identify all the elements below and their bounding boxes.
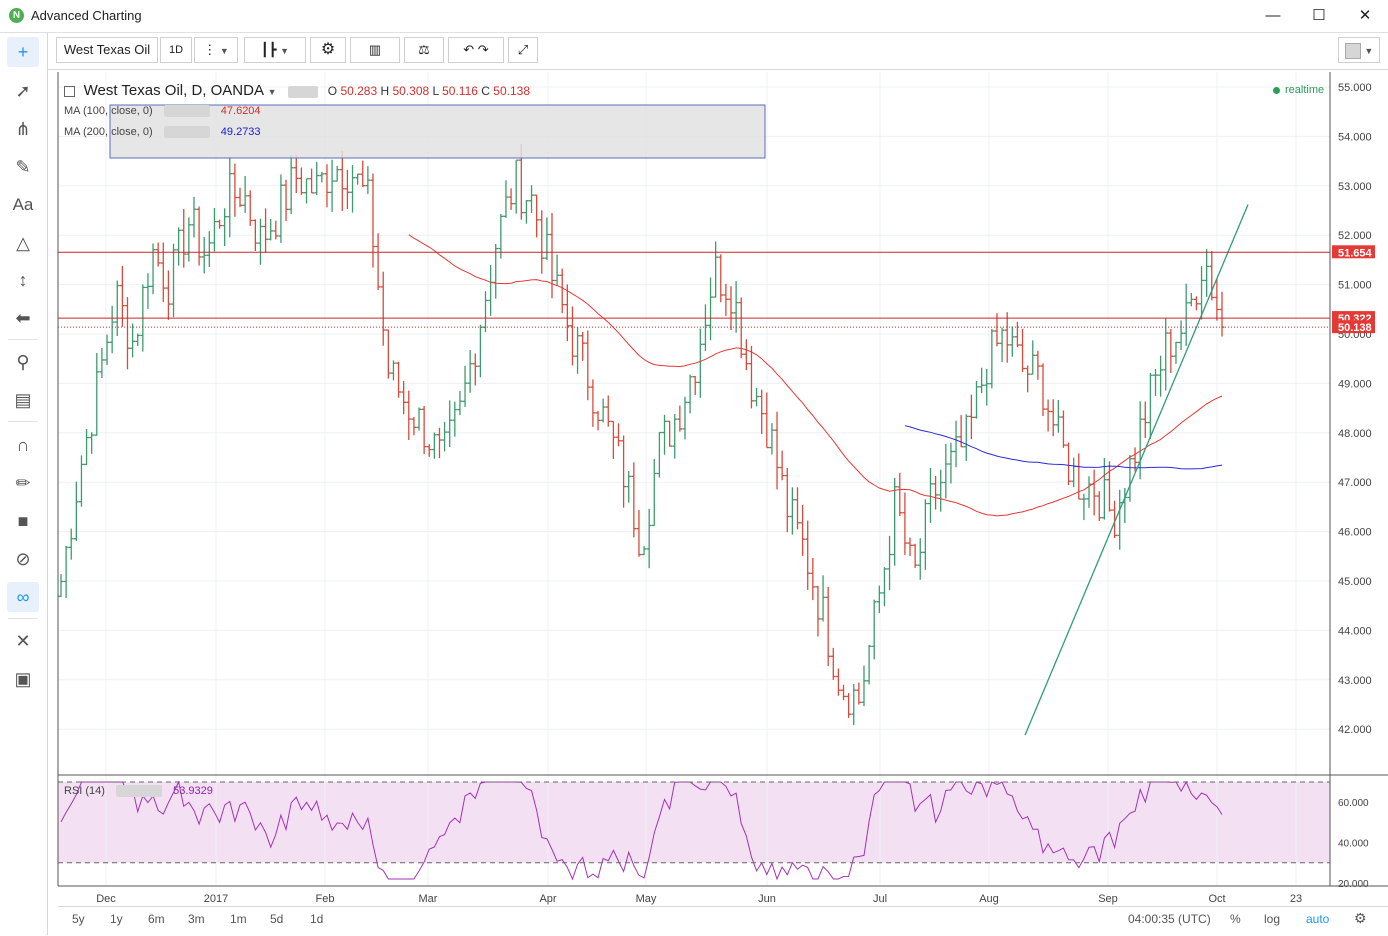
open-label: O (327, 84, 338, 98)
range-6m[interactable]: 6m (148, 912, 165, 926)
close-label: C (481, 84, 490, 98)
rsi-value: 53.9329 (173, 785, 213, 797)
rsi-settings-icon[interactable] (116, 785, 163, 798)
time-tick-label: Oct (1208, 893, 1225, 905)
range-5d[interactable]: 5d (270, 912, 283, 926)
auto-toggle[interactable]: auto (1306, 912, 1329, 926)
price-tick-label: 48.000 (1338, 428, 1372, 440)
time-tick-label: 2017 (204, 893, 228, 905)
rsi-label: RSI (14) (64, 785, 105, 797)
range-5y[interactable]: 5y (72, 912, 85, 926)
range-1y[interactable]: 1y (110, 912, 123, 926)
price-tick-label: 54.000 (1338, 131, 1372, 143)
time-tick-label: Jun (758, 893, 776, 905)
range-1m[interactable]: 1m (230, 912, 247, 926)
time-tick-label: Mar (419, 893, 438, 905)
close-value: 50.138 (493, 84, 530, 98)
price-tick-label: 45.000 (1338, 576, 1372, 588)
ma100-label: MA (100, close, 0) (64, 105, 153, 117)
ma200-settings-icon[interactable] (163, 126, 210, 139)
time-tick-label: Sep (1098, 893, 1118, 905)
price-tick-label: 42.000 (1338, 724, 1372, 736)
range-3m[interactable]: 3m (188, 912, 205, 926)
ma200-legend: MA (200, close, 0) 49.2733 (64, 126, 261, 139)
rsi-legend: RSI (14) 53.9329 (64, 785, 213, 798)
gear-icon[interactable]: ⚙ (1354, 910, 1367, 927)
range-1d[interactable]: 1d (310, 912, 323, 926)
chart-legend: West Texas Oil, D, OANDA ▼ O 50.283 H 50… (64, 82, 530, 99)
ma100-settings-icon[interactable] (163, 105, 210, 118)
legend-settings-icon[interactable] (288, 85, 319, 98)
price-tick-label: 46.000 (1338, 527, 1372, 539)
rsi-tick-label: 20.000 (1338, 879, 1369, 890)
open-value: 50.283 (340, 84, 378, 98)
price-tick-label: 44.000 (1338, 625, 1372, 637)
price-tick-label: 55.000 (1338, 82, 1372, 94)
price-tick-label: 52.000 (1338, 230, 1372, 242)
price-tick-label: 51.000 (1338, 280, 1372, 292)
time-tick-label: Aug (979, 893, 999, 905)
percent-toggle[interactable]: % (1230, 912, 1241, 926)
status-dot-icon (1273, 86, 1280, 94)
price-tick-label: 49.000 (1338, 378, 1372, 390)
rsi-tick-label: 60.000 (1338, 798, 1369, 809)
time-tick-label: Feb (316, 893, 335, 905)
time-tick-label: 23 (1290, 893, 1302, 905)
time-tick-label: Dec (96, 893, 116, 905)
ma100-legend: MA (100, close, 0) 47.6204 (64, 105, 261, 118)
price-pane (58, 72, 1330, 775)
time-tick-label: Apr (539, 893, 556, 905)
time-tick-label: May (636, 893, 657, 905)
bottom-bar: 5y 1y 6m 3m 1m 5d 1d 04:00:35 (UTC) % lo… (58, 906, 1388, 936)
realtime-label: realtime (1285, 84, 1325, 96)
high-value: 50.308 (392, 84, 430, 98)
price-marker-label: 50.138 (1338, 322, 1372, 334)
log-toggle[interactable]: log (1264, 912, 1280, 926)
collapse-icon[interactable] (64, 86, 75, 98)
high-label: H (380, 84, 390, 98)
ma200-label: MA (200, close, 0) (64, 126, 153, 138)
price-tick-label: 47.000 (1338, 477, 1372, 489)
realtime-indicator: realtime (1273, 84, 1324, 96)
price-tick-label: 53.000 (1338, 181, 1372, 193)
low-label: L (432, 84, 439, 98)
utc-time[interactable]: 04:00:35 (UTC) (1128, 912, 1211, 926)
low-value: 50.116 (442, 84, 478, 98)
symbol-title: West Texas Oil, D, OANDA (83, 82, 264, 99)
ma100-value: 47.6204 (220, 105, 261, 117)
time-tick-label: Jul (873, 893, 887, 905)
ma200-value: 49.2733 (220, 126, 261, 138)
price-tick-label: 43.000 (1338, 675, 1372, 687)
price-marker-label: 51.654 (1338, 247, 1373, 259)
rsi-tick-label: 40.000 (1338, 839, 1369, 850)
